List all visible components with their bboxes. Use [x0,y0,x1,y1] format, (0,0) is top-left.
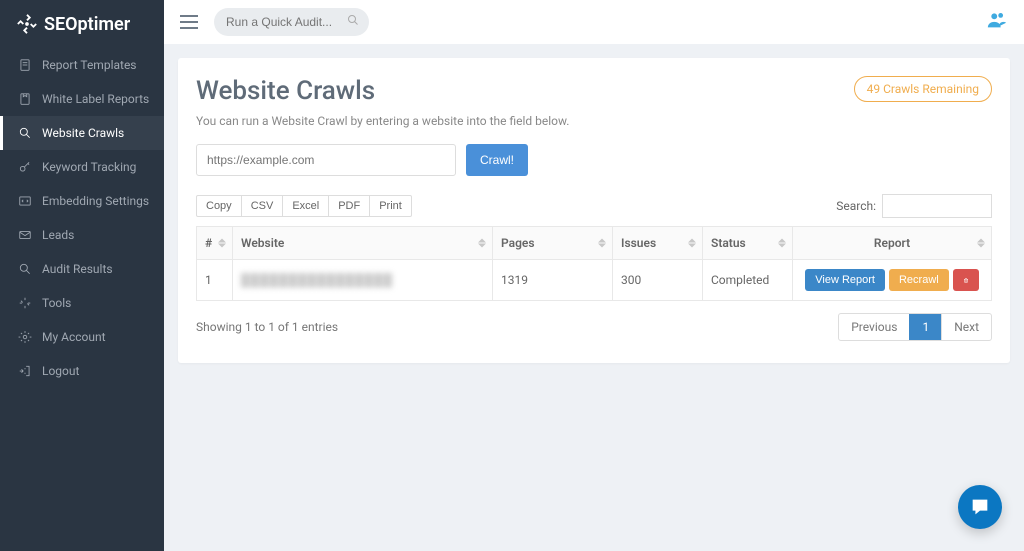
mail-icon [18,228,32,242]
export-csv-button[interactable]: CSV [241,195,284,217]
cell-status: Completed [703,260,793,301]
sidebar-item-report-templates[interactable]: Report Templates [0,48,164,82]
col-status[interactable]: Status [703,227,793,260]
pagination: Previous 1 Next [838,313,992,341]
sidebar-item-label: Report Templates [42,58,137,72]
sidebar-item-tools[interactable]: Tools [0,286,164,320]
crawl-url-input[interactable] [196,144,456,176]
sidebar-item-white-label[interactable]: White Label Reports [0,82,164,116]
sidebar-item-keyword-tracking[interactable]: Keyword Tracking [0,150,164,184]
quick-audit-search[interactable] [214,8,369,36]
sidebar-item-label: Embedding Settings [42,194,149,208]
document-icon [18,58,32,72]
sidebar: SEOptimer Report Templates White Label R… [0,0,164,551]
sidebar-item-my-account[interactable]: My Account [0,320,164,354]
brand-name: SEOptimer [44,14,130,35]
crawls-panel: Website Crawls You can run a Website Cra… [178,58,1010,363]
crawls-remaining-badge: 49 Crawls Remaining [854,76,992,102]
code-icon [18,194,32,208]
pagination-next[interactable]: Next [941,314,991,340]
delete-button[interactable] [953,269,979,291]
key-icon [18,160,32,174]
document-icon [18,92,32,106]
col-issues[interactable]: Issues [613,227,703,260]
cell-issues: 300 [613,260,703,301]
cell-pages: 1319 [493,260,613,301]
sidebar-item-leads[interactable]: Leads [0,218,164,252]
export-copy-button[interactable]: Copy [196,195,242,217]
table-footer-text: Showing 1 to 1 of 1 entries [196,320,338,334]
sidebar-item-label: Leads [42,228,74,242]
logo-icon [16,13,38,35]
content-area: Website Crawls You can run a Website Cra… [164,44,1024,551]
sidebar-item-label: Audit Results [42,262,113,276]
export-pdf-button[interactable]: PDF [328,195,370,217]
col-report[interactable]: Report [793,227,992,260]
cell-num: 1 [197,260,233,301]
table-search-input[interactable] [882,194,992,218]
logout-icon [18,364,32,378]
sidebar-item-label: My Account [42,330,106,344]
page-title: Website Crawls [196,76,569,106]
quick-audit-input[interactable] [226,15,357,29]
view-report-button[interactable]: View Report [805,269,885,291]
export-print-button[interactable]: Print [369,195,412,217]
search-icon [18,262,32,276]
sidebar-item-label: Website Crawls [42,126,124,140]
crawls-table: # Website Pages Issues Status Report 1 █… [196,226,992,301]
tools-icon [18,296,32,310]
users-icon[interactable] [986,9,1008,35]
table-row: 1 ████████████████ 1319 300 Completed Vi… [197,260,992,301]
sidebar-item-website-crawls[interactable]: Website Crawls [0,116,164,150]
sidebar-item-embedding-settings[interactable]: Embedding Settings [0,184,164,218]
search-icon [18,126,32,140]
export-excel-button[interactable]: Excel [282,195,329,217]
recrawl-button[interactable]: Recrawl [889,269,949,291]
export-buttons: Copy CSV Excel PDF Print [196,195,412,217]
chat-icon [969,496,991,518]
brand-logo[interactable]: SEOptimer [0,0,164,48]
pagination-prev[interactable]: Previous [839,314,909,340]
col-num[interactable]: # [197,227,233,260]
cell-website: ████████████████ [233,260,493,301]
menu-toggle[interactable] [180,15,198,29]
table-search-label: Search: [836,199,876,213]
sidebar-item-label: Tools [42,296,71,310]
search-icon [347,14,359,30]
page-subtitle: You can run a Website Crawl by entering … [196,114,569,128]
topbar [164,0,1024,44]
trash-icon [963,275,969,286]
sidebar-item-label: White Label Reports [42,92,149,106]
sidebar-item-label: Logout [42,364,79,378]
col-pages[interactable]: Pages [493,227,613,260]
cell-actions: View Report Recrawl [793,260,992,301]
sidebar-item-audit-results[interactable]: Audit Results [0,252,164,286]
pagination-page[interactable]: 1 [909,314,941,340]
col-website[interactable]: Website [233,227,493,260]
chat-launcher[interactable] [958,485,1002,529]
gear-icon [18,330,32,344]
crawl-button[interactable]: Crawl! [466,144,528,176]
sidebar-item-label: Keyword Tracking [42,160,136,174]
sidebar-item-logout[interactable]: Logout [0,354,164,388]
